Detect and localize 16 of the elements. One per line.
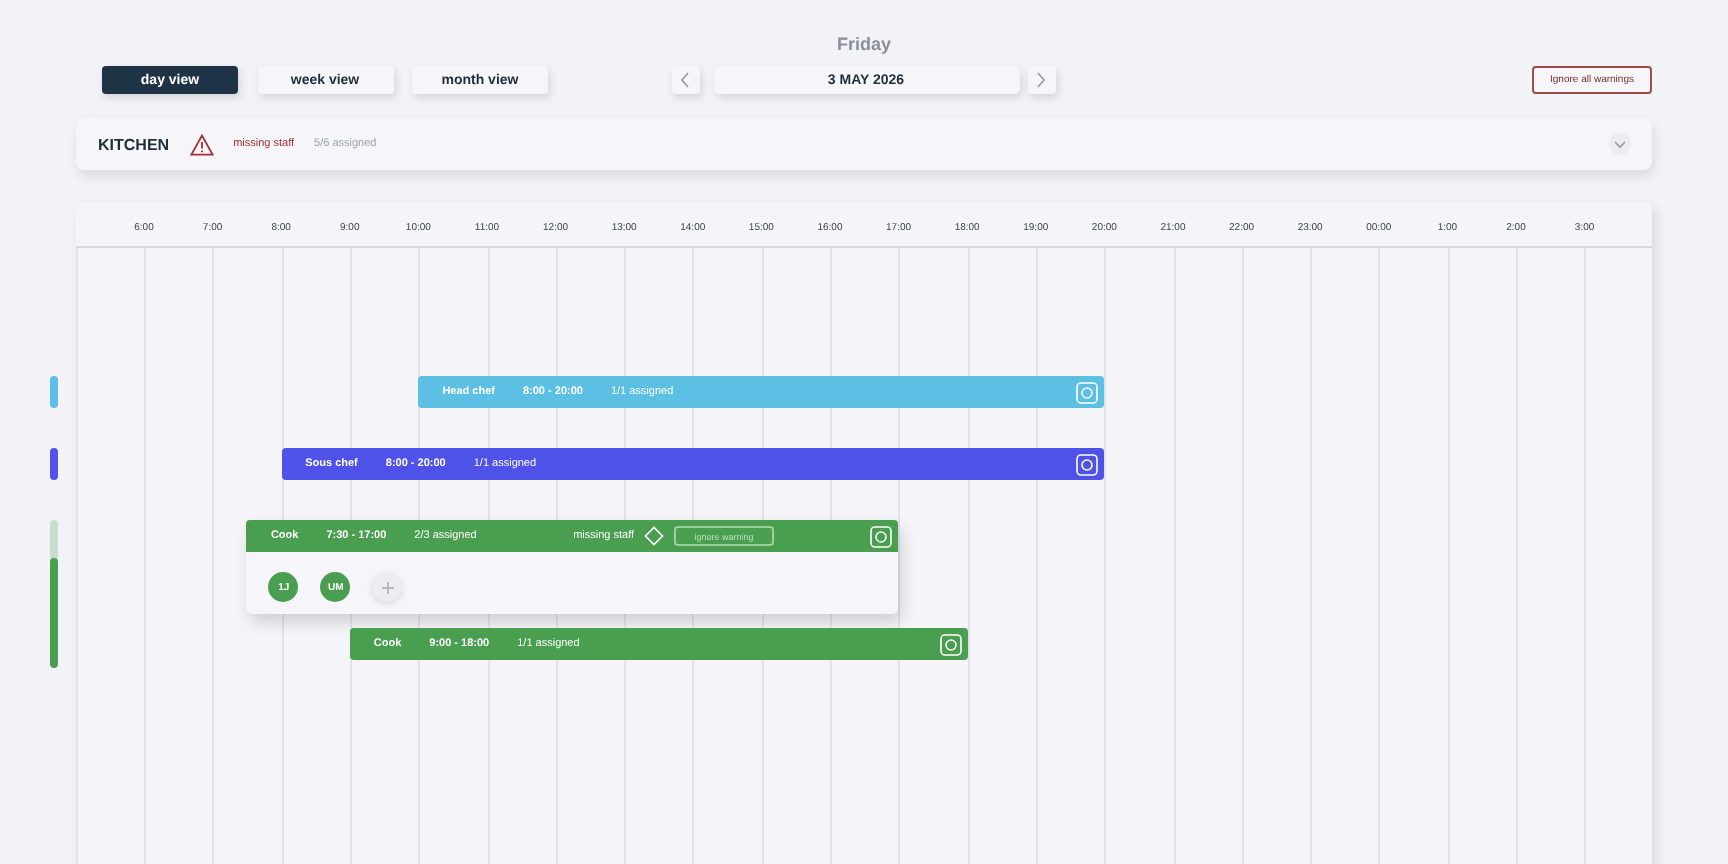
settings-icon[interactable]	[939, 633, 962, 655]
warning-icon	[189, 133, 214, 155]
plus-icon	[381, 581, 394, 593]
settings-icon[interactable]	[1076, 453, 1099, 475]
previous-button[interactable]	[671, 66, 699, 94]
row-marker	[50, 448, 58, 480]
day-label: Friday	[834, 32, 893, 58]
warning-diamond-icon	[644, 526, 665, 546]
row-marker	[50, 376, 58, 408]
chevron-right-icon	[1036, 72, 1046, 88]
chevron-down-icon[interactable]	[1608, 132, 1632, 156]
settings-icon[interactable]	[870, 525, 893, 547]
next-button[interactable]	[1027, 66, 1055, 94]
section-title: KITCHEN	[98, 135, 170, 153]
chevron-left-icon	[680, 72, 690, 88]
add-staff-button[interactable]	[372, 572, 403, 602]
